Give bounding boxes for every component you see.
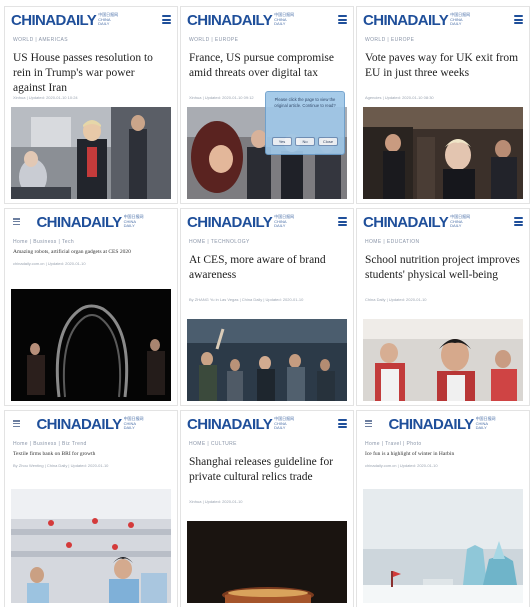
news-tile-2[interactable]: CHINADAILY 中国日报网 CHINA DAILY WORLD | EUR… [180,6,354,204]
site-header: CHINADAILY 中国日报网 CHINA DAILY [181,209,353,235]
menu-icon[interactable] [514,15,523,24]
logo-subtitle: 中国日报网 CHINA DAILY [450,12,471,27]
article-headline[interactable]: US House passes resolution to rein in Tr… [13,51,169,96]
logo-subtitle: 中国日报网 CHINA DAILY [475,416,496,431]
article-photo [11,289,171,401]
china-daily-logo[interactable]: CHINADAILY [187,215,273,230]
logo-subtitle: 中国日报网 CHINA DAILY [274,214,295,229]
news-tile-9[interactable]: CHINADAILY 中国日报网 CHINA DAILY Home | Trav… [356,410,530,607]
china-daily-logo[interactable]: CHINADAILY [363,215,449,230]
logo-subtitle: 中国日报网 CHINA DAILY [274,416,295,431]
article-headline[interactable]: Vote paves way for UK exit from EU in ju… [365,51,521,81]
menu-icon[interactable] [365,420,372,427]
site-header: CHINADAILY 中国日报网 CHINA DAILY [357,7,529,33]
news-tile-3[interactable]: CHINADAILY 中国日报网 CHINA DAILY WORLD | EUR… [356,6,530,204]
article-headline[interactable]: Amazing robots, artificial organ gadgets… [13,249,169,256]
breadcrumb[interactable]: HOME | TECHNOLOGY [189,239,250,245]
china-daily-logo[interactable]: CHINADAILY [187,13,273,28]
article-headline[interactable]: School nutrition project improves studen… [365,253,521,283]
news-tile-7[interactable]: CHINADAILY 中国日报网 CHINA DAILY Home | Busi… [4,410,178,607]
dialog-yes-button[interactable]: Yes [272,137,292,146]
breadcrumb[interactable]: WORLD | EUROPE [189,37,238,43]
china-daily-logo[interactable]: CHINADAILY [11,13,97,28]
breadcrumb[interactable]: WORLD | AMERICAS [13,37,68,43]
dialog-close-button[interactable]: Close [318,137,338,146]
site-header: CHINADAILY 中国日报网 CHINA DAILY [5,7,177,33]
article-headline[interactable]: Textile firms bank on BRI for growth [13,451,169,458]
china-daily-logo[interactable]: CHINADAILY [388,417,474,432]
china-daily-logo[interactable]: CHINADAILY [363,13,449,28]
news-tile-6[interactable]: CHINADAILY 中国日报网 CHINA DAILY HOME | EDUC… [356,208,530,406]
article-meta: Xinhua | Updated: 2020-01-10 [189,499,243,504]
china-daily-logo[interactable]: CHINADAILY [36,215,122,230]
menu-icon[interactable] [13,218,20,225]
breadcrumb[interactable]: Home | Business | Tech [13,239,74,245]
article-meta: Agencies | Updated: 2020-01-10 08:30 [365,95,434,100]
screenshot-grid: CHINADAILY 中国日报网 CHINA DAILY WORLD | AME… [0,0,530,607]
breadcrumb[interactable]: WORLD | EUROPE [365,37,414,43]
breadcrumb[interactable]: Home | Travel | Photo [365,441,422,447]
article-meta: China Daily | Updated: 2020-01-10 [365,297,427,302]
site-header: CHINADAILY 中国日报网 CHINA DAILY [181,7,353,33]
site-header: CHINADAILY 中国日报网 CHINA DAILY [357,411,529,437]
article-photo [187,319,347,401]
article-meta: By ZHANG Yu in Las Vegas | China Daily |… [189,297,304,302]
article-photo [363,319,523,401]
article-meta: Xinhua | Updated: 2020-01-10 10:24 [13,95,78,100]
breadcrumb[interactable]: HOME | CULTURE [189,441,237,447]
article-meta: chinadaily.com.cn | Updated: 2020-01-10 [365,463,438,468]
breadcrumb[interactable]: HOME | EDUCATION [365,239,420,245]
dialog-no-button[interactable]: No [295,137,315,146]
article-headline[interactable]: At CES, more aware of brand awareness [189,253,345,283]
article-photo [187,521,347,603]
dialog-message: Please click the page to view the origin… [274,97,336,108]
article-photo [11,489,171,603]
logo-subtitle: 中国日报网 CHINA DAILY [98,12,119,27]
site-header: CHINADAILY 中国日报网 CHINA DAILY [181,411,353,437]
logo-subtitle: 中国日报网 CHINA DAILY [274,12,295,27]
news-tile-4[interactable]: CHINADAILY 中国日报网 CHINA DAILY Home | Busi… [4,208,178,406]
site-header: CHINADAILY 中国日报网 CHINA DAILY [5,209,177,235]
menu-icon[interactable] [338,217,347,226]
menu-icon[interactable] [162,15,171,24]
menu-icon[interactable] [338,15,347,24]
news-tile-1[interactable]: CHINADAILY 中国日报网 CHINA DAILY WORLD | AME… [4,6,178,204]
article-meta: chinadaily.com.cn | Updated: 2020-01-10 [13,261,86,266]
logo-subtitle: 中国日报网 CHINA DAILY [450,214,471,229]
article-meta: By Zhou Wenting | China Daily | Updated:… [13,463,109,468]
logo-subtitle: 中国日报网 CHINA DAILY [123,214,144,229]
article-headline[interactable]: France, US pursue compromise amid threat… [189,51,345,81]
menu-icon[interactable] [13,420,20,427]
news-tile-8[interactable]: CHINADAILY 中国日报网 CHINA DAILY HOME | CULT… [180,410,354,607]
article-photo [11,107,171,199]
dialog-popup[interactable]: Please click the page to view the origin… [265,91,345,155]
logo-subtitle: 中国日报网 CHINA DAILY [123,416,144,431]
breadcrumb[interactable]: Home | Business | Biz Trend [13,441,87,447]
china-daily-logo[interactable]: CHINADAILY [36,417,122,432]
dialog-buttons: Yes No Close [272,137,338,146]
menu-icon[interactable] [514,217,523,226]
article-photo [363,107,523,199]
article-photo [363,489,523,603]
article-headline[interactable]: Ice fun is a highlight of winter in Harb… [365,451,521,458]
site-header: CHINADAILY 中国日报网 CHINA DAILY [357,209,529,235]
site-header: CHINADAILY 中国日报网 CHINA DAILY [5,411,177,437]
article-headline[interactable]: Shanghai releases guideline for private … [189,455,345,485]
article-meta: Xinhua | Updated: 2020-01-10 09:12 [189,95,254,100]
news-tile-5[interactable]: CHINADAILY 中国日报网 CHINA DAILY HOME | TECH… [180,208,354,406]
menu-icon[interactable] [338,419,347,428]
china-daily-logo[interactable]: CHINADAILY [187,417,273,432]
